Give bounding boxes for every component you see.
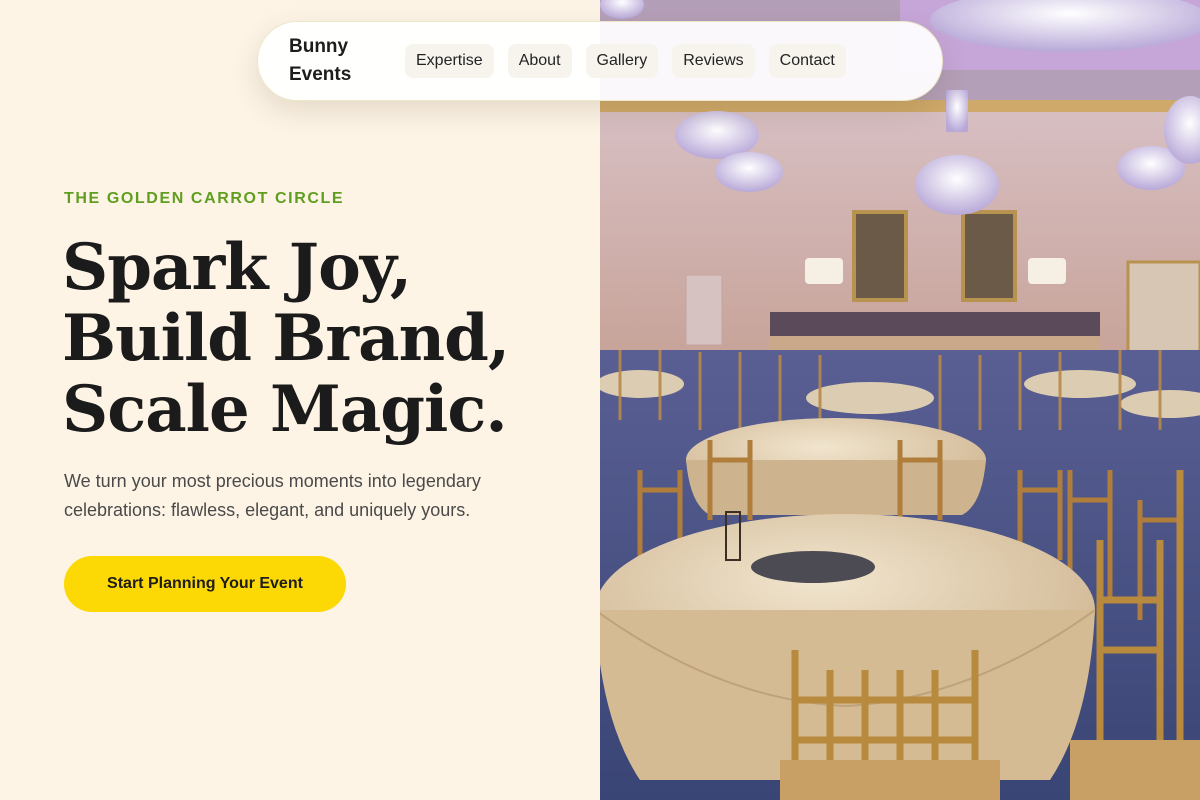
headline-line-1: Spark Joy,	[62, 230, 412, 305]
hero-headline: Spark Joy, Build Brand, Scale Magic.	[62, 230, 510, 447]
nav-link-contact[interactable]: Contact	[768, 44, 846, 78]
hero-image	[600, 0, 1200, 800]
nav-link-gallery[interactable]: Gallery	[585, 44, 659, 78]
nav-link-reviews[interactable]: Reviews	[672, 44, 755, 78]
hero-subtext: We turn your most precious moments into …	[64, 471, 481, 520]
nav-link-about[interactable]: About	[507, 44, 572, 78]
headline-line-2: Build Brand,	[62, 301, 510, 376]
brand-logo-text[interactable]: Bunny Events	[289, 33, 379, 89]
nav-links: Expertise About Gallery Reviews Contact	[405, 44, 860, 78]
headline-line-3: Scale Magic.	[62, 372, 508, 447]
hero-eyebrow: THE GOLDEN CARROT CIRCLE	[64, 190, 345, 207]
nav-link-expertise[interactable]: Expertise	[405, 44, 494, 78]
top-navigation: Bunny Events Expertise About Gallery Rev…	[257, 21, 943, 101]
start-planning-button[interactable]: Start Planning Your Event	[64, 556, 346, 612]
